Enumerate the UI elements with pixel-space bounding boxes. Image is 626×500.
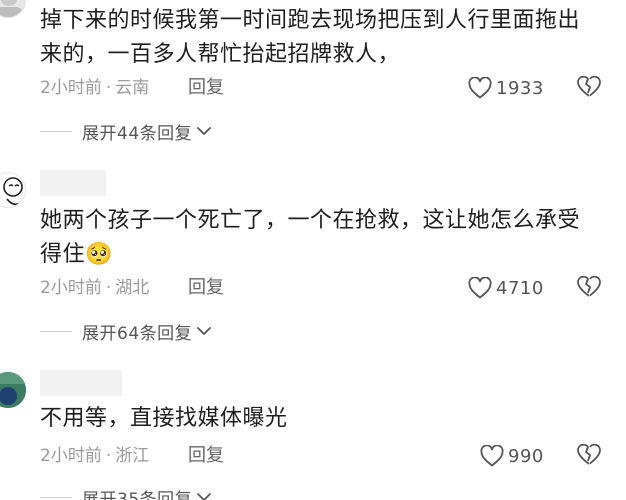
dislike-button[interactable] — [576, 74, 604, 102]
comment-meta: 2小时前 · 云南 — [40, 76, 149, 100]
pleading-emoji: 🥺 — [85, 242, 113, 267]
avatar[interactable] — [0, 0, 26, 18]
broken-heart-icon — [577, 443, 601, 465]
like-count: 4710 — [496, 277, 544, 299]
like-button[interactable]: 990 — [480, 442, 544, 470]
like-button[interactable]: 4710 — [468, 274, 544, 302]
comment-region: 浙江 — [115, 446, 150, 466]
comment-meta: 2小时前 · 浙江 — [40, 444, 149, 468]
meta-separator: · — [105, 278, 112, 298]
comment-time: 2小时前 — [40, 278, 102, 298]
chevron-down-icon — [197, 127, 212, 135]
expand-replies-label: 展开35条回复 — [82, 489, 193, 500]
username-placeholder — [40, 370, 122, 396]
comment-item: 不用等，直接找媒体曝光 2小时前 · 浙江 回复 990 展开35条回复 — [0, 360, 626, 500]
like-button[interactable]: 1933 — [468, 74, 544, 102]
avatar[interactable] — [0, 172, 26, 208]
dislike-button[interactable] — [576, 442, 604, 470]
heart-outline-icon — [480, 445, 504, 467]
comment-item: 她两个孩子一个死亡了，一个在抢救，这让她怎么承受得住🥺 2小时前 · 湖北 回复 4… — [0, 160, 626, 360]
reply-button[interactable]: 回复 — [188, 276, 224, 300]
heart-outline-icon — [468, 277, 492, 299]
username-placeholder — [40, 170, 106, 196]
meta-separator: · — [105, 446, 112, 466]
meta-separator: · — [105, 78, 112, 98]
heart-outline-icon — [468, 77, 492, 99]
comment-text: 掉下来的时候我第一时间跑去现场把压到人行里面拖出来的，一百多人帮忙抬起招牌救人， — [40, 8, 581, 67]
comment-region: 云南 — [115, 78, 150, 98]
comment-time: 2小时前 — [40, 446, 102, 466]
reply-button[interactable]: 回复 — [188, 444, 224, 468]
broken-heart-icon — [577, 275, 601, 297]
chevron-down-icon — [197, 327, 212, 335]
comment-item: 掉下来的时候我第一时间跑去现场把压到人行里面拖出来的，一百多人帮忙抬起招牌救人，… — [0, 0, 626, 160]
dislike-button[interactable] — [576, 274, 604, 302]
comment-meta: 2小时前 · 湖北 — [40, 276, 149, 300]
comment-time: 2小时前 — [40, 78, 102, 98]
chevron-down-icon — [197, 493, 212, 500]
comment-text: 她两个孩子一个死亡了，一个在抢救，这让她怎么承受得住🥺 — [40, 204, 600, 272]
expand-replies-button[interactable]: 展开64条回复 — [40, 318, 212, 344]
avatar[interactable] — [0, 372, 26, 408]
comment-text: 不用等，直接找媒体曝光 — [40, 406, 288, 431]
divider-line — [40, 130, 72, 132]
like-count: 990 — [508, 445, 544, 467]
comment-region: 湖北 — [115, 278, 150, 298]
broken-heart-icon — [577, 75, 601, 97]
expand-replies-button[interactable]: 展开35条回复 — [40, 484, 212, 500]
like-count: 1933 — [496, 77, 544, 99]
expand-replies-button[interactable]: 展开44条回复 — [40, 118, 212, 144]
expand-replies-label: 展开44条回复 — [82, 123, 193, 144]
divider-line — [40, 496, 72, 498]
comment-text-content: 她两个孩子一个死亡了，一个在抢救，这让她怎么承受得住 — [40, 208, 581, 267]
reply-button[interactable]: 回复 — [188, 76, 224, 100]
divider-line — [40, 330, 72, 332]
expand-replies-label: 展开64条回复 — [82, 323, 193, 344]
